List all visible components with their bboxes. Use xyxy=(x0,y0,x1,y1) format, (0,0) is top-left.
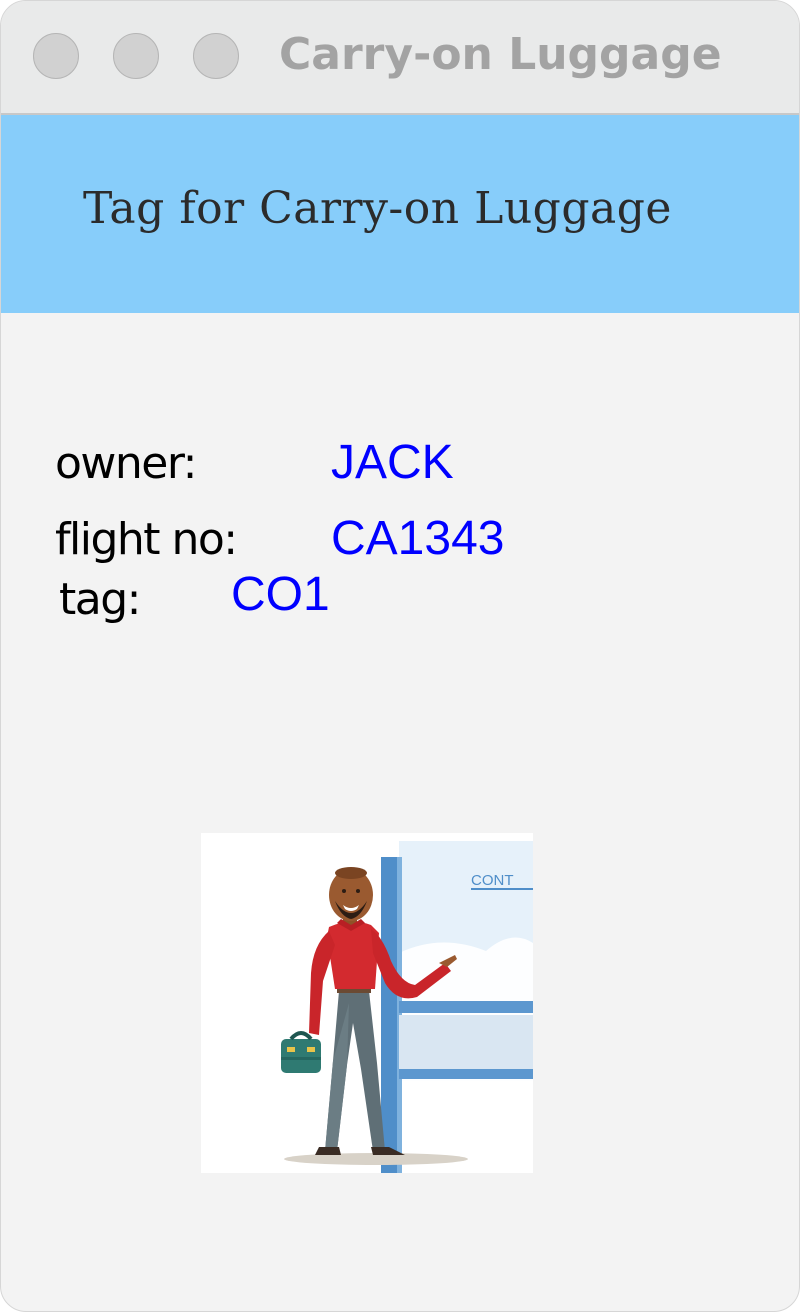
traveler-illustration: CONT xyxy=(201,833,533,1173)
zoom-window-button[interactable] xyxy=(193,33,239,79)
title-bar[interactable]: Carry-on Luggage xyxy=(1,1,799,115)
owner-label: owner: xyxy=(55,438,198,489)
minimize-window-button[interactable] xyxy=(113,33,159,79)
app-window: Carry-on Luggage Tag for Carry-on Luggag… xyxy=(0,0,800,1312)
flight-number-label: flight no: xyxy=(55,514,238,565)
close-window-button[interactable] xyxy=(33,33,79,79)
tag-value: CO1 xyxy=(231,568,330,621)
sign-text: CONT xyxy=(471,872,514,889)
flight-number-value: CA1343 xyxy=(331,512,505,565)
window-title: Carry-on Luggage xyxy=(279,29,722,80)
owner-value: JACK xyxy=(331,436,454,489)
tag-label: tag: xyxy=(59,574,141,625)
page-title: Tag for Carry-on Luggage xyxy=(83,183,672,234)
